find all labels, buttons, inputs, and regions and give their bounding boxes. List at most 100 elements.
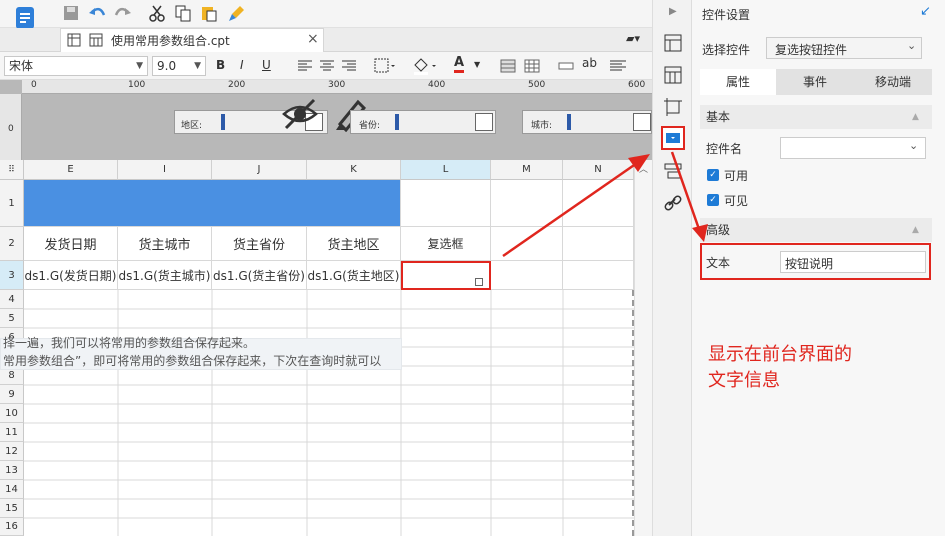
chevron-down-icon[interactable]: ▼: [474, 60, 480, 69]
cell[interactable]: [563, 261, 634, 290]
row-header[interactable]: 4: [0, 290, 24, 309]
widget-name-input[interactable]: ⌄: [780, 137, 926, 159]
title-cell[interactable]: [24, 180, 401, 227]
float-element-icon[interactable]: [664, 98, 682, 119]
condition-attr-icon[interactable]: [664, 162, 682, 183]
align-center-icon[interactable]: [320, 60, 334, 75]
formula-cell[interactable]: ds1.G(货主城市): [118, 261, 212, 290]
header-cell[interactable]: 复选框: [401, 227, 491, 261]
vertical-scrollbar[interactable]: ︿: [634, 160, 652, 536]
row-header[interactable]: 5: [0, 309, 24, 328]
save-icon[interactable]: [60, 3, 82, 23]
column-header[interactable]: L: [401, 160, 491, 180]
merge-icon[interactable]: [500, 59, 516, 76]
horizontal-ruler: 0 100 200 300 400 500 600: [22, 80, 652, 94]
fill-color-icon[interactable]: [412, 57, 438, 78]
param-label: 省份:: [359, 121, 381, 131]
column-header[interactable]: I: [118, 160, 212, 180]
column-header[interactable]: E: [24, 160, 118, 180]
column-header[interactable]: N: [563, 160, 634, 180]
widget-settings-icon[interactable]: [661, 126, 685, 150]
collapse-icon[interactable]: ↙: [920, 4, 931, 19]
annotation-text: 显示在前台界面的: [708, 344, 852, 365]
chevron-down-icon: ▼: [194, 61, 201, 71]
cell[interactable]: [491, 261, 563, 290]
tab-report[interactable]: 使用常用参数组合.cpt ×: [60, 28, 324, 52]
row-header[interactable]: 2: [0, 227, 24, 261]
visible-checkbox[interactable]: ✓: [707, 194, 719, 206]
cut-icon[interactable]: [146, 3, 168, 23]
split-icon[interactable]: [524, 59, 540, 76]
select-widget-dropdown[interactable]: 复选按钮控件 ⌄: [766, 37, 922, 59]
param-input-area[interactable]: [395, 114, 399, 130]
param-edit-icon[interactable]: [633, 113, 651, 131]
hyperlink-icon[interactable]: [664, 194, 682, 215]
header-cell[interactable]: 发货日期: [24, 227, 118, 261]
row-header[interactable]: 1: [0, 180, 24, 227]
undo-icon[interactable]: [86, 3, 108, 23]
cell[interactable]: [491, 227, 563, 261]
format-painter-icon[interactable]: [226, 3, 248, 23]
border-icon[interactable]: [374, 58, 396, 77]
row-header[interactable]: 12: [0, 442, 24, 461]
cell[interactable]: [563, 227, 634, 261]
chevron-right-icon[interactable]: ▶: [669, 6, 677, 17]
text-style-button[interactable]: ab: [582, 56, 597, 70]
basic-section[interactable]: 基本 ▲: [700, 105, 932, 129]
tab-events[interactable]: 事件: [776, 69, 854, 95]
cell[interactable]: [491, 180, 563, 227]
param-input-area[interactable]: [221, 114, 225, 130]
align-right-icon[interactable]: [342, 60, 356, 75]
font-color-button[interactable]: A: [454, 56, 465, 73]
hidden-icon[interactable]: [282, 98, 318, 135]
formula-cell[interactable]: ds1.G(货主省份): [212, 261, 307, 290]
column-header[interactable]: M: [491, 160, 563, 180]
cell-element-icon[interactable]: [664, 66, 682, 87]
row-header[interactable]: 14: [0, 480, 24, 499]
select-all-icon[interactable]: ⠿: [0, 160, 24, 180]
row-header[interactable]: 10: [0, 404, 24, 423]
formula-cell[interactable]: ds1.G(发货日期): [24, 261, 118, 290]
insert-row-icon[interactable]: [558, 60, 574, 74]
param-province[interactable]: 省份:: [350, 110, 496, 134]
line-spacing-icon[interactable]: [610, 60, 626, 75]
bold-button[interactable]: B: [216, 58, 225, 72]
italic-button[interactable]: I: [240, 58, 244, 72]
font-size-select[interactable]: 9.0 ▼: [152, 56, 206, 76]
row-header[interactable]: 9: [0, 385, 24, 404]
cell[interactable]: [401, 180, 491, 227]
underline-button[interactable]: U: [262, 58, 271, 72]
cell-attr-icon[interactable]: [664, 34, 682, 55]
text-input[interactable]: 按钮说明: [780, 251, 926, 273]
formula-cell[interactable]: ds1.G(货主地区): [307, 261, 401, 290]
copy-icon[interactable]: [172, 3, 194, 23]
column-header[interactable]: J: [212, 160, 307, 180]
align-left-icon[interactable]: [298, 60, 312, 75]
advanced-section[interactable]: 高级 ▲: [700, 218, 932, 242]
chevron-up-icon[interactable]: ▲: [912, 105, 919, 129]
chevron-up-icon[interactable]: ▲: [912, 218, 919, 242]
header-cell[interactable]: 货主省份: [212, 227, 307, 261]
header-cell[interactable]: 货主地区: [307, 227, 401, 261]
close-icon[interactable]: ×: [307, 31, 319, 47]
tab-attributes[interactable]: 属性: [700, 69, 776, 95]
row-header[interactable]: 16: [0, 518, 24, 536]
row-header[interactable]: 3: [0, 261, 24, 290]
row-header[interactable]: 11: [0, 423, 24, 442]
cell[interactable]: [563, 180, 634, 227]
row-header[interactable]: 13: [0, 461, 24, 480]
tab-menu-icon[interactable]: ▰▾: [626, 32, 640, 45]
redo-icon[interactable]: [112, 3, 134, 23]
param-edit-icon[interactable]: [475, 113, 493, 131]
checkbox-cell[interactable]: [401, 261, 491, 290]
column-header[interactable]: K: [307, 160, 401, 180]
font-family-select[interactable]: 宋体 ▼: [4, 56, 148, 76]
param-input-area[interactable]: [567, 114, 571, 130]
enabled-checkbox[interactable]: ✓: [707, 169, 719, 181]
row-header[interactable]: 15: [0, 499, 24, 518]
chevron-up-icon[interactable]: ︿: [639, 162, 648, 175]
param-city[interactable]: 城市:: [522, 110, 652, 134]
header-cell[interactable]: 货主城市: [118, 227, 212, 261]
paste-icon[interactable]: [198, 3, 220, 23]
tab-mobile[interactable]: 移动端: [854, 69, 932, 95]
